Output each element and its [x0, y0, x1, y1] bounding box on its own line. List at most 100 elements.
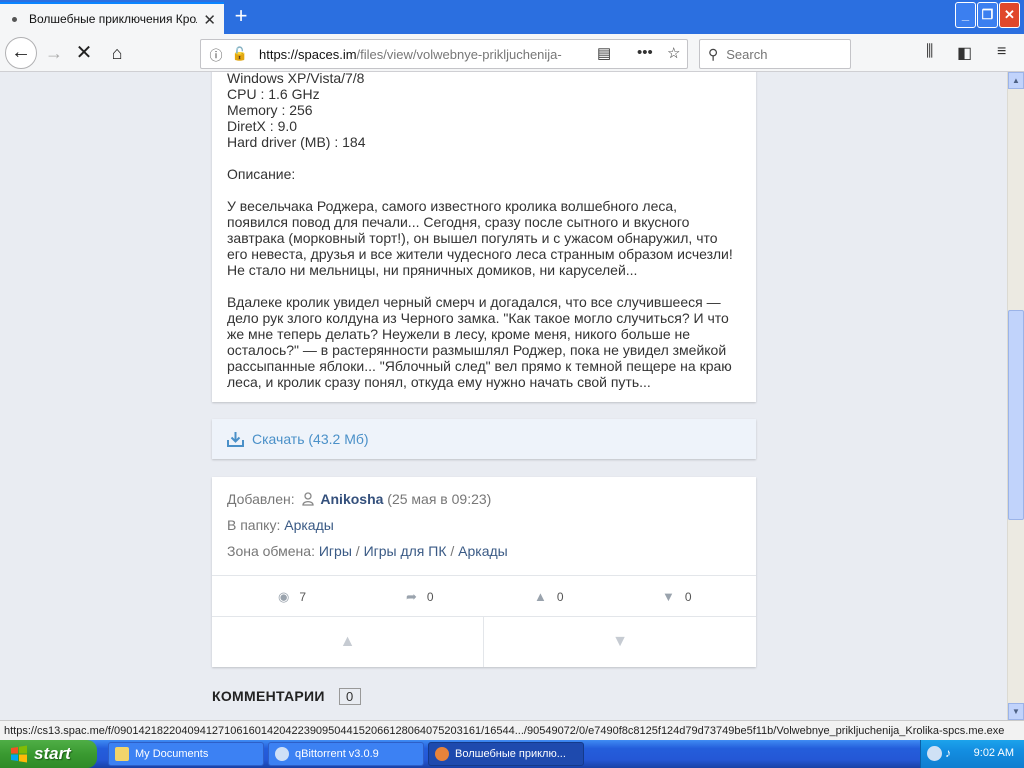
- file-info-card: Добавлен: Anikosha (25 мая в 09:23) В па…: [212, 477, 756, 667]
- vertical-scrollbar[interactable]: ▲ ▼: [1007, 72, 1024, 720]
- taskbar: start My Documents qBittorrent v3.0.9 Во…: [0, 740, 1024, 768]
- likes-stat[interactable]: ▲ 0: [534, 589, 564, 604]
- thumbs-down-icon: ▼: [612, 633, 628, 650]
- download-link[interactable]: Скачать (43.2 Мб): [212, 419, 756, 459]
- folder-label: В папку:: [227, 517, 281, 533]
- url-host: https://spaces.im: [259, 46, 357, 62]
- spec-memory: Memory : 256: [227, 102, 313, 118]
- views-count: 7: [299, 590, 307, 604]
- qbittorrent-tray-icon[interactable]: [927, 746, 942, 761]
- close-tab-icon[interactable]: ✕: [203, 11, 216, 29]
- search-box[interactable]: ⚲: [699, 39, 851, 69]
- added-date: (25 мая в 09:23): [387, 491, 492, 507]
- shares-count: 0: [426, 590, 434, 604]
- thumbs-up-icon: ▲: [534, 589, 547, 604]
- description-heading: Описание:: [227, 166, 296, 182]
- zone-link-pc-games[interactable]: Игры для ПК: [364, 543, 447, 559]
- forward-button[interactable]: →: [40, 39, 68, 67]
- dislikes-stat[interactable]: ▼ 0: [662, 589, 692, 604]
- share-icon: ➦: [406, 589, 417, 604]
- taskbar-item-label: qBittorrent v3.0.9: [295, 748, 379, 760]
- scroll-up-arrow[interactable]: ▲: [1008, 72, 1024, 89]
- added-row: Добавлен: Anikosha (25 мая в 09:23): [227, 491, 491, 507]
- folder-link[interactable]: Аркады: [284, 517, 334, 533]
- taskbar-item-my-documents[interactable]: My Documents: [108, 742, 264, 766]
- scrollbar-thumb[interactable]: [1008, 310, 1024, 520]
- zone-link-arcades[interactable]: Аркады: [458, 543, 508, 559]
- home-button[interactable]: ⌂: [103, 39, 131, 67]
- spec-os: Windows XP/Vista/7/8: [227, 72, 365, 86]
- comments-count-badge: 0: [338, 688, 361, 705]
- zone-link-games[interactable]: Игры: [319, 543, 352, 559]
- bookmark-star-icon[interactable]: ☆: [667, 44, 680, 62]
- views-stat: ◉ 7: [278, 589, 306, 605]
- stats-row: ◉ 7 ➦ 0 ▲ 0 ▼ 0: [212, 575, 756, 617]
- like-button[interactable]: ▲: [212, 617, 484, 667]
- thumbs-down-icon: ▼: [662, 589, 675, 604]
- start-button[interactable]: start: [0, 740, 97, 768]
- url-text[interactable]: https://spaces.im/files/view/volwebnye-p…: [259, 47, 565, 62]
- firefox-icon: [435, 747, 449, 761]
- folder-row: В папку: Аркады: [227, 517, 334, 533]
- user-icon: [301, 492, 314, 506]
- system-tray: ♪ 9:02 AM: [920, 740, 1024, 768]
- taskbar-item-label: My Documents: [135, 748, 209, 760]
- lock-warning-icon[interactable]: 🔓: [231, 46, 249, 62]
- zone-row: Зона обмена: Игры / Игры для ПК / Аркады: [227, 543, 508, 559]
- tab-title: Волшебные приключения Кролика: [29, 12, 197, 26]
- spec-directx: DiretX : 9.0: [227, 118, 298, 134]
- windows-flag-icon: [11, 745, 27, 763]
- clock: 9:02 AM: [973, 747, 1014, 759]
- page-viewport[interactable]: Windows XP/Vista/7/8 CPU : 1.6 GHz Memor…: [0, 72, 1007, 720]
- address-bar[interactable]: ⓘ 🔓 https://spaces.im/files/view/volwebn…: [200, 39, 688, 69]
- thumbs-up-icon: ▲: [339, 633, 356, 650]
- eye-icon: ◉: [278, 589, 290, 604]
- start-label: start: [34, 744, 71, 763]
- taskbar-item-qbittorrent[interactable]: qBittorrent v3.0.9: [268, 742, 424, 766]
- comments-header: КОММЕНТАРИИ 0: [212, 688, 361, 705]
- sidebar-icon[interactable]: ◧: [957, 43, 972, 63]
- zone-label: Зона обмена:: [227, 543, 315, 559]
- spec-cpu: CPU : 1.6 GHz: [227, 86, 320, 102]
- vote-buttons: ▲ ▼: [212, 617, 756, 667]
- volume-icon[interactable]: ♪: [945, 746, 959, 761]
- download-icon: [227, 432, 244, 447]
- reader-view-icon[interactable]: ▤: [597, 44, 611, 62]
- qbittorrent-icon: [275, 747, 289, 761]
- dislike-button[interactable]: ▼: [484, 617, 756, 667]
- url-path: /files/view/volwebnye-prikljuchenija-: [356, 46, 562, 62]
- description-paragraph-2: Вдалеке кролик увидел черный смерч и дог…: [227, 294, 732, 390]
- search-input[interactable]: [726, 46, 837, 62]
- tab-strip: Волшебные приключения Кролика ✕ + _ ❐ ✕: [0, 0, 1024, 34]
- dislikes-count: 0: [684, 590, 692, 604]
- close-window-button[interactable]: ✕: [999, 2, 1020, 28]
- loading-icon: [12, 16, 17, 22]
- description-card: Windows XP/Vista/7/8 CPU : 1.6 GHz Memor…: [212, 72, 756, 402]
- taskbar-item-firefox[interactable]: Волшебные приклю...: [428, 742, 584, 766]
- browser-tab[interactable]: Волшебные приключения Кролика ✕: [0, 2, 224, 34]
- comments-title: КОММЕНТАРИИ: [212, 688, 325, 704]
- stop-loading-button[interactable]: ✕: [70, 39, 98, 67]
- new-tab-button[interactable]: +: [229, 5, 253, 29]
- scroll-down-arrow[interactable]: ▼: [1008, 703, 1024, 720]
- taskbar-item-label: Волшебные приклю...: [455, 748, 566, 760]
- shares-stat[interactable]: ➦ 0: [406, 589, 434, 605]
- status-bar: https://cs13.spac.me/f/09014218220409412…: [0, 720, 1024, 740]
- zone-separator: /: [355, 543, 360, 559]
- minimize-button[interactable]: _: [955, 2, 976, 28]
- navigation-toolbar: ← → ✕ ⌂ ⓘ 🔓 https://spaces.im/files/view…: [0, 34, 1024, 72]
- maximize-button[interactable]: ❐: [977, 2, 998, 28]
- folder-icon: [115, 747, 129, 761]
- info-icon[interactable]: ⓘ: [207, 45, 225, 64]
- likes-count: 0: [556, 590, 564, 604]
- back-button[interactable]: ←: [5, 37, 37, 69]
- menu-icon[interactable]: ≡: [997, 43, 1006, 61]
- description-paragraph-1: У весельчака Роджера, самого известного …: [227, 198, 733, 278]
- status-url: https://cs13.spac.me/f/09014218220409412…: [4, 725, 1005, 737]
- page-actions-icon[interactable]: •••: [637, 44, 653, 61]
- added-label: Добавлен:: [227, 491, 295, 507]
- search-icon: ⚲: [708, 45, 719, 62]
- uploader-link[interactable]: Anikosha: [320, 491, 383, 507]
- spec-disk: Hard driver (MB) : 184: [227, 134, 366, 150]
- library-icon[interactable]: ⫼: [926, 43, 933, 61]
